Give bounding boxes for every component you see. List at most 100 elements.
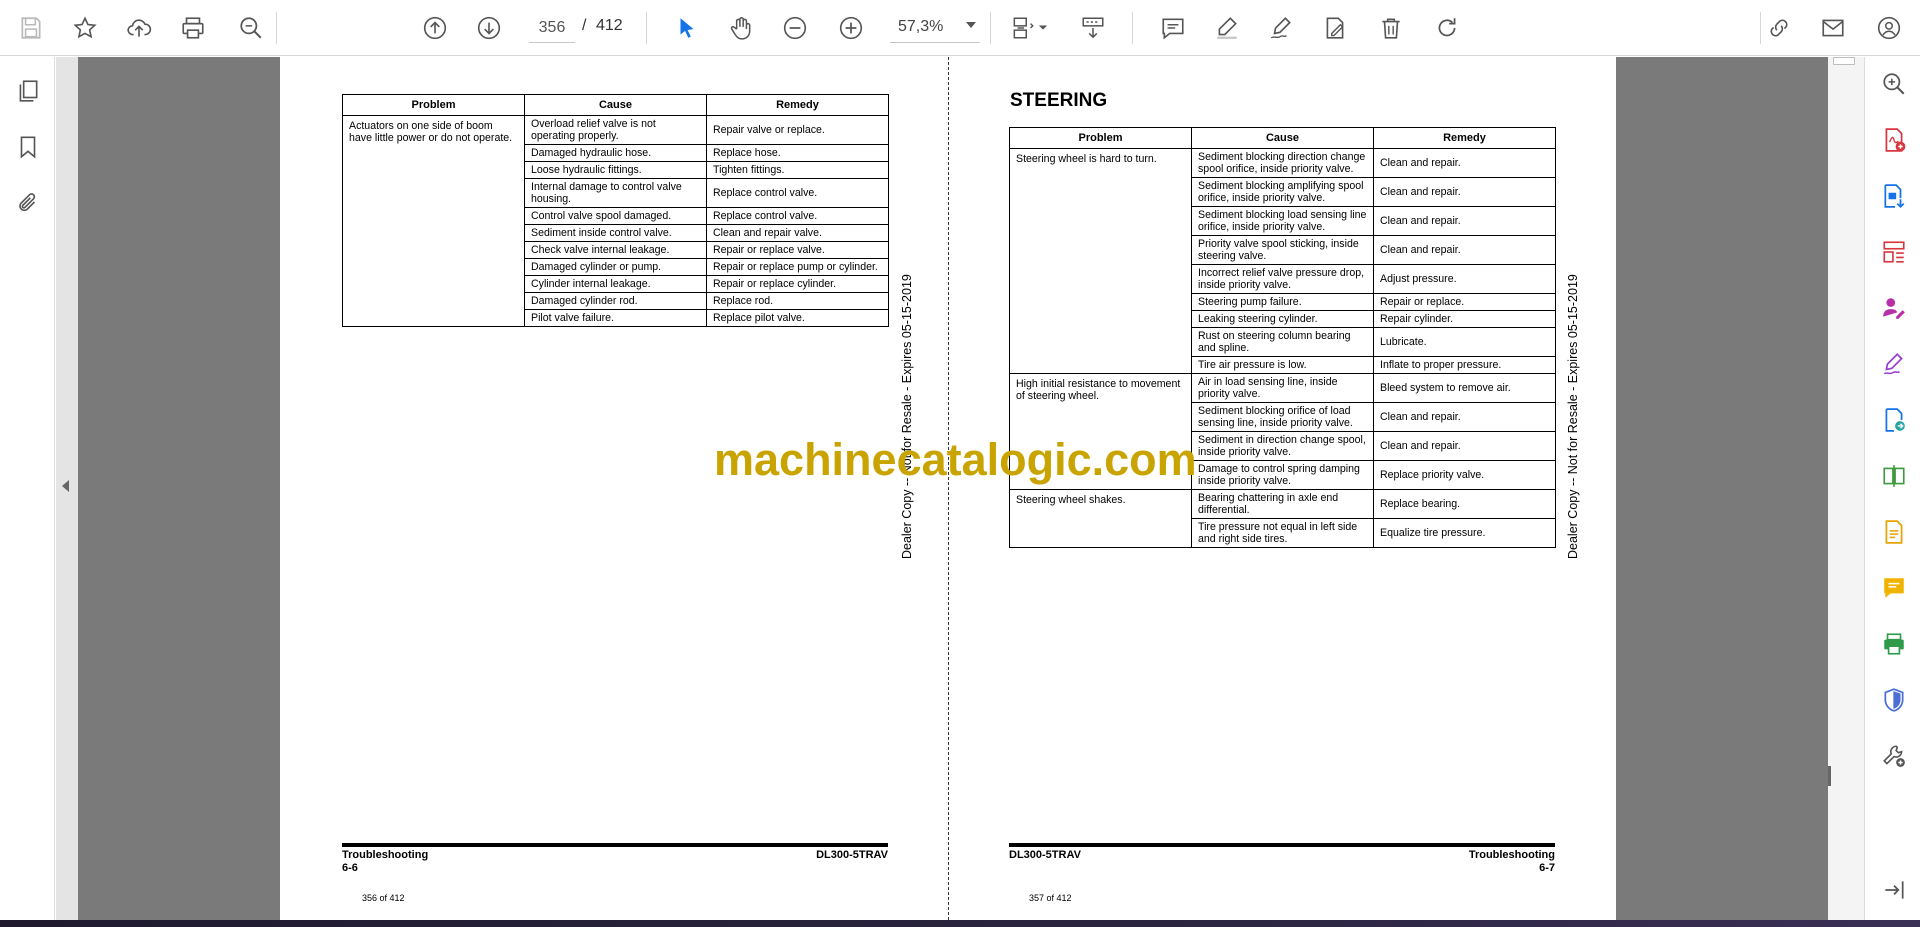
footer-model: DL300-5TRAV	[1009, 849, 1081, 861]
search-zoom-icon[interactable]	[234, 11, 268, 45]
collapse-left-panel-icon[interactable]	[62, 480, 69, 492]
cause-cell: Check valve internal leakage.	[524, 241, 707, 259]
table-row: Actuators on one side of boom have littl…	[342, 115, 889, 327]
remedy-cell: Replace hose.	[706, 144, 889, 162]
star-icon[interactable]	[68, 11, 102, 45]
send-for-review-icon[interactable]	[1879, 405, 1909, 435]
email-icon[interactable]	[1816, 11, 1850, 45]
column-header: Problem	[1009, 127, 1192, 149]
cause-cell: Pilot valve failure.	[524, 309, 707, 327]
scroll-mode-icon[interactable]	[1076, 11, 1110, 45]
cloud-upload-icon[interactable]	[122, 11, 156, 45]
remedy-cell: Repair valve or replace.	[706, 115, 889, 145]
comment-tool-icon[interactable]	[1879, 573, 1909, 603]
toolbar-separator	[646, 12, 647, 44]
section-title: STEERING	[1010, 90, 1108, 111]
page-count-label: 357 of 412	[1029, 893, 1072, 903]
protect-icon[interactable]	[1879, 685, 1909, 715]
remedy-cell: Tighten fittings.	[706, 161, 889, 179]
page-thumbnails-icon[interactable]	[12, 75, 44, 107]
column-header: Cause	[1191, 127, 1374, 149]
vertical-scrollbar[interactable]	[1828, 57, 1864, 920]
footer-section: Troubleshooting	[1468, 849, 1555, 861]
print-production-icon[interactable]	[1879, 629, 1909, 659]
remedy-cell: Replace control valve.	[706, 207, 889, 225]
share-link-icon[interactable]	[1762, 11, 1796, 45]
zoom-out-icon[interactable]	[778, 11, 812, 45]
select-cursor-icon[interactable]	[670, 11, 704, 45]
column-header: Remedy	[1373, 127, 1556, 149]
cause-cell: Overload relief valve is not operating p…	[524, 115, 707, 145]
remedy-cell: Clean and repair.	[1373, 148, 1556, 178]
bookmark-icon[interactable]	[12, 131, 44, 163]
highlight-icon[interactable]	[1210, 11, 1244, 45]
rotate-icon[interactable]	[1430, 11, 1464, 45]
save-icon[interactable]	[14, 11, 48, 45]
remedy-cell: Replace control valve.	[706, 178, 889, 208]
cause-cell: Steering pump failure.	[1191, 293, 1374, 311]
remedy-cell: Equalize tire pressure.	[1373, 518, 1556, 548]
cause-cell: Rust on steering column bearing and spli…	[1191, 327, 1374, 357]
edit-pdf-icon[interactable]	[1879, 517, 1909, 547]
remedy-cell: Lubricate.	[1373, 327, 1556, 357]
page-gutter-right	[1616, 57, 1828, 920]
sign-icon[interactable]	[1264, 11, 1298, 45]
page-number-input[interactable]	[529, 13, 575, 43]
zoom-tool-icon[interactable]	[1879, 69, 1909, 99]
scroll-position-marker	[1828, 766, 1831, 786]
cause-cell: Internal damage to control valve housing…	[524, 178, 707, 208]
chevron-down-icon	[966, 22, 976, 28]
footer-rule	[1009, 843, 1555, 847]
cause-cell: Damaged cylinder or pump.	[524, 258, 707, 276]
column-header: Cause	[524, 94, 707, 116]
compare-icon[interactable]	[1879, 461, 1909, 491]
attachment-icon[interactable]	[12, 187, 44, 219]
zoom-value: 57,3%	[898, 18, 944, 35]
print-icon[interactable]	[176, 11, 210, 45]
chevron-down-icon[interactable]	[1036, 11, 1050, 45]
troubleshooting-table-left: Problem Cause Remedy Actuators on one si…	[342, 94, 889, 327]
page-separator: /	[582, 17, 587, 34]
cause-cell: Sediment inside control valve.	[524, 224, 707, 242]
column-header: Problem	[342, 94, 525, 116]
remedy-cell: Replace rod.	[706, 292, 889, 310]
toolbar-separator	[1760, 12, 1761, 44]
export-pdf-icon[interactable]	[1879, 181, 1909, 211]
cause-cell: Control valve spool damaged.	[524, 207, 707, 225]
request-signature-icon[interactable]	[1879, 293, 1909, 323]
remedy-cell: Repair or replace valve.	[706, 241, 889, 259]
remedy-cell: Clean and repair.	[1373, 235, 1556, 265]
remedy-cell: Repair or replace cylinder.	[706, 275, 889, 293]
page-down-icon[interactable]	[472, 11, 506, 45]
zoom-select[interactable]: 57,3%	[890, 13, 980, 43]
page-up-icon[interactable]	[418, 11, 452, 45]
create-pdf-icon[interactable]	[1879, 125, 1909, 155]
dealer-copy-notice: Dealer Copy -- Not for Resale - Expires …	[1566, 274, 1580, 559]
scrollbar-thumb[interactable]	[1833, 57, 1855, 65]
zoom-in-icon[interactable]	[834, 11, 868, 45]
table-row: High initial resistance to movement of s…	[1009, 373, 1556, 490]
remedy-cell: Clean and repair.	[1373, 177, 1556, 207]
cause-cell: Priority valve spool sticking, inside st…	[1191, 235, 1374, 265]
column-header: Remedy	[706, 94, 889, 116]
fill-sign-icon[interactable]	[1318, 11, 1352, 45]
comment-icon[interactable]	[1156, 11, 1190, 45]
account-icon[interactable]	[1872, 11, 1906, 45]
cause-cell: Sediment blocking orifice of load sensin…	[1191, 402, 1374, 432]
hand-icon[interactable]	[724, 11, 758, 45]
cause-cell: Damaged cylinder rod.	[524, 292, 707, 310]
remedy-cell: Adjust pressure.	[1373, 264, 1556, 294]
remedy-cell: Replace priority valve.	[1373, 460, 1556, 490]
more-tools-icon[interactable]	[1879, 741, 1909, 771]
delete-icon[interactable]	[1374, 11, 1408, 45]
cause-cell: Sediment in direction change spool, insi…	[1191, 431, 1374, 461]
fill-sign-tool-icon[interactable]	[1879, 349, 1909, 379]
cause-cell: Tire pressure not equal in left side and…	[1191, 518, 1374, 548]
expand-panel-icon[interactable]	[1879, 875, 1909, 905]
organize-pages-icon[interactable]	[1879, 237, 1909, 267]
remedy-cell: Clean and repair.	[1373, 402, 1556, 432]
footer-section: Troubleshooting	[342, 849, 429, 861]
toolbar-separator	[990, 12, 991, 44]
page-count-label: 356 of 412	[362, 893, 405, 903]
fit-page-icon[interactable]	[1006, 11, 1040, 45]
